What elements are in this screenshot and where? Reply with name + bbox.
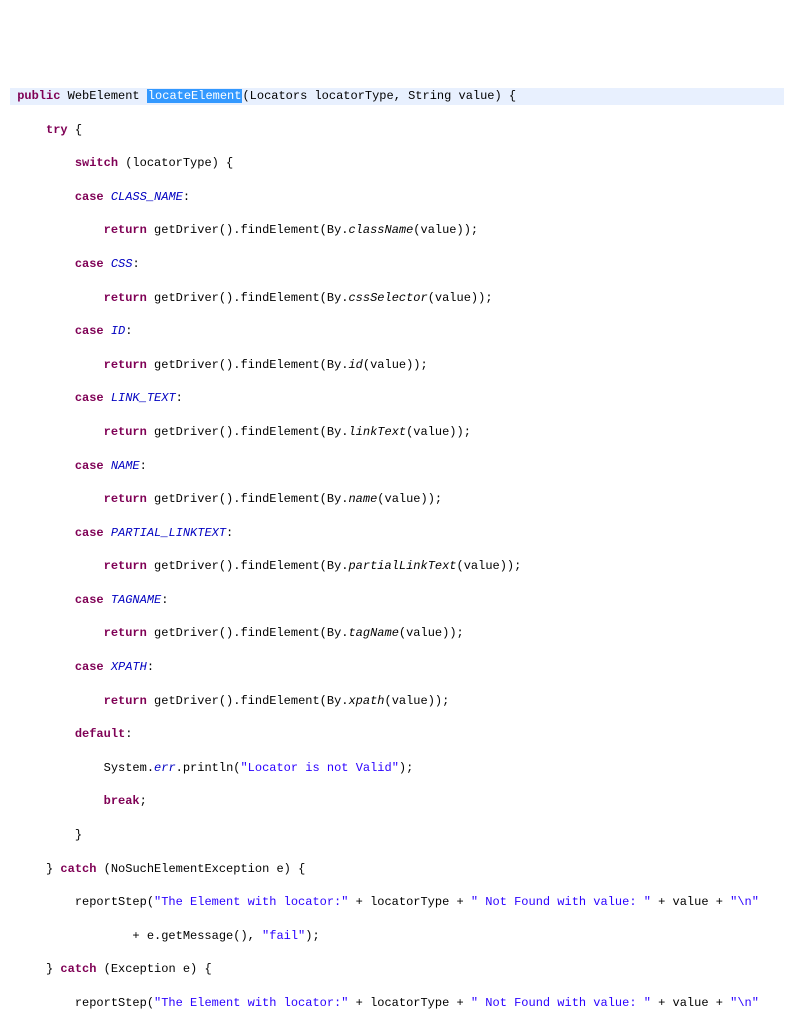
code-editor: public WebElement locateElement(Locators… [10,71,784,1010]
code-line: return getDriver().findElement(By.linkTe… [10,424,784,441]
code-line: return getDriver().findElement(By.xpath(… [10,693,784,710]
code-line: reportStep("The Element with locator:" +… [10,995,784,1010]
code-line: case XPATH: [10,659,784,676]
code-line: return getDriver().findElement(By.cssSel… [10,290,784,307]
code-line: case CSS: [10,256,784,273]
keyword-public: public [17,89,60,103]
keyword-try: try [46,123,68,137]
code-line: switch (locatorType) { [10,155,784,172]
code-line: default: [10,726,784,743]
code-line: } catch (NoSuchElementException e) { [10,861,784,878]
code-line: return getDriver().findElement(By.partia… [10,558,784,575]
code-line: break; [10,793,784,810]
code-line: return getDriver().findElement(By.id(val… [10,357,784,374]
code-line: case LINK_TEXT: [10,390,784,407]
code-line: case TAGNAME: [10,592,784,609]
code-line: reportStep("The Element with locator:" +… [10,894,784,911]
code-line: public WebElement locateElement(Locators… [10,88,784,105]
code-line: case CLASS_NAME: [10,189,784,206]
code-line: case ID: [10,323,784,340]
code-line: case PARTIAL_LINKTEXT: [10,525,784,542]
selected-text: locateElement [147,89,243,103]
code-line: } catch (Exception e) { [10,961,784,978]
code-line: } [10,827,784,844]
code-line: return getDriver().findElement(By.name(v… [10,491,784,508]
code-line: case NAME: [10,458,784,475]
code-line: + e.getMessage(), "fail"); [10,928,784,945]
code-line: System.err.println("Locator is not Valid… [10,760,784,777]
code-line: return getDriver().findElement(By.tagNam… [10,625,784,642]
code-line: return getDriver().findElement(By.classN… [10,222,784,239]
code-line: try { [10,122,784,139]
